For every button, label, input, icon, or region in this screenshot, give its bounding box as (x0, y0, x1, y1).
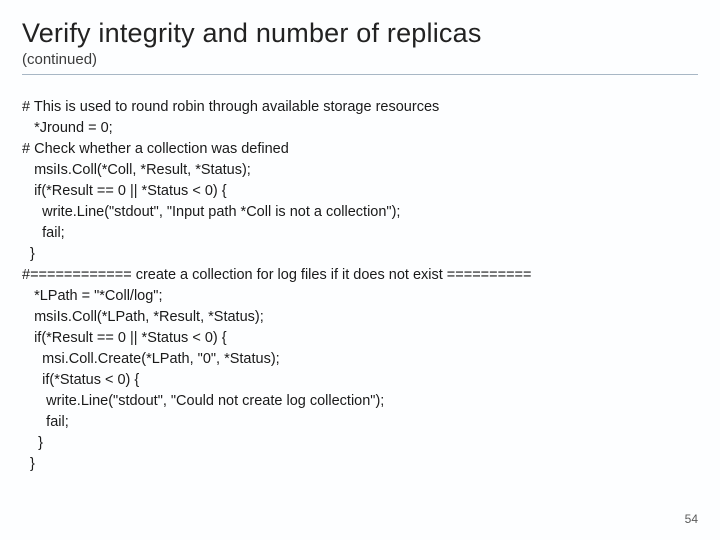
slide-title: Verify integrity and number of replicas (22, 18, 698, 49)
code-block: # This is used to round robin through av… (22, 97, 698, 475)
slide-subtitle: (continued) (22, 51, 698, 68)
title-divider (22, 74, 698, 75)
page-number: 54 (685, 512, 698, 526)
